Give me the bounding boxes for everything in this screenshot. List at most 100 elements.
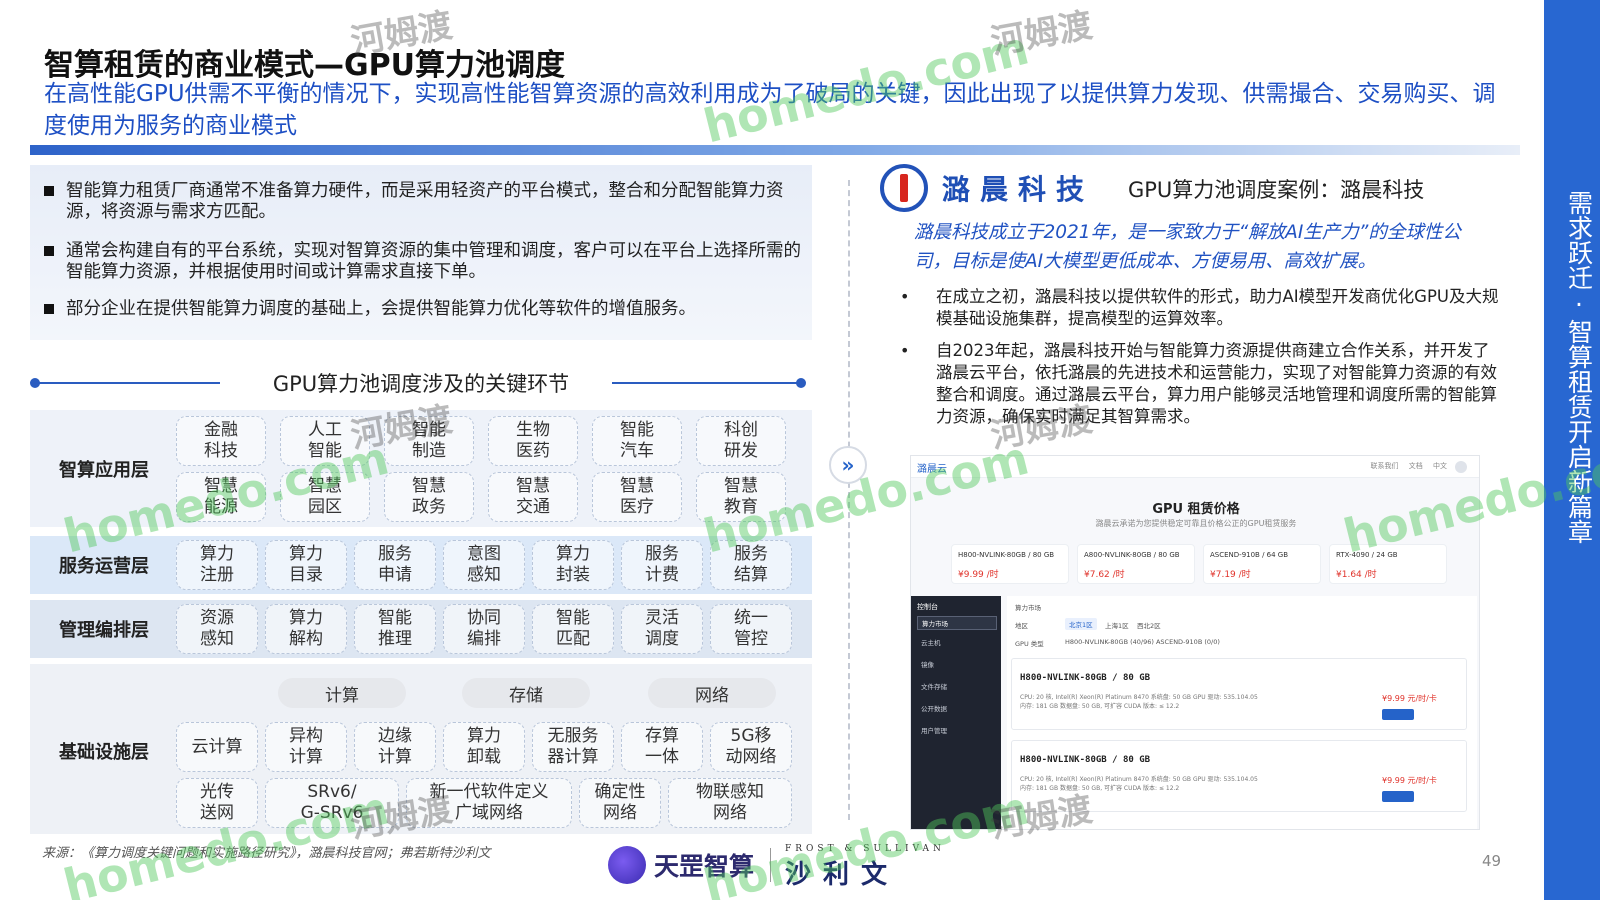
sidebar-item: 算力市场 [917, 616, 997, 630]
layer-cell: 物联感知 网络 [668, 778, 792, 828]
tianyi-logo-icon [608, 846, 646, 884]
layer-cell: 算力 目录 [265, 540, 347, 590]
square-bullet-icon [44, 186, 54, 196]
tianyi-logo-text: 天罡智算 [654, 852, 755, 881]
layer-cell: 智慧 教育 [696, 472, 786, 522]
layer-cell: 云计算 [176, 722, 258, 772]
layer-cell: 服务 计费 [621, 540, 703, 590]
layer-cell: 算力 封装 [532, 540, 614, 590]
sidebar-item: 文件存储 [921, 683, 947, 691]
case-point: • 自2023年起，潞晨科技开始与智能算力资源提供商建立合作关系，并开发了潞晨云… [900, 341, 1497, 426]
note-item: 部分企业在提供智能算力调度的基础上，会提供智能算力优化等软件的增值服务。 [44, 299, 804, 320]
layer-cell: 智慧 能源 [176, 472, 266, 522]
layer-cell: 算力 卸载 [443, 722, 525, 772]
avatar-icon [1455, 461, 1467, 473]
layer-cell: 生物 医药 [488, 416, 578, 466]
column-divider [848, 180, 850, 820]
layer-cell: 意图 感知 [443, 540, 525, 590]
layer-cell: 边缘 计算 [354, 722, 436, 772]
screenshot-nav: 联系我们 文档 中文 [1370, 462, 1447, 470]
screenshot-sidebar: 控制台 算力市场 云主机 镜像 文件存储 公开数据 用户管理 [911, 596, 1001, 829]
layer-name: 智算应用层 [59, 460, 149, 481]
layer-cell: 智能 制造 [384, 416, 474, 466]
category-pill-compute: 计算 [278, 678, 406, 708]
frost-sullivan-logo: FROST & SULLIVAN 沙利文 [785, 844, 945, 890]
layer-cell: 服务 结算 [710, 540, 792, 590]
layer-cell: 5G移 动网络 [710, 722, 792, 772]
gpu-card: H800-NVLINK-80GB / 80 GB CPU: 20 核, Inte… [1011, 658, 1467, 730]
layer-cell: 统一 管控 [710, 604, 792, 654]
note-item: 智能算力租赁厂商通常不准备算力硬件，而是采用轻资产的平台模式，整合和分配智能算力… [44, 181, 804, 223]
layer-cell: 服务 申请 [354, 540, 436, 590]
layer-cell: 人工 智能 [280, 416, 370, 466]
notes-box: 智能算力租赁厂商通常不准备算力硬件，而是采用轻资产的平台模式，整合和分配智能算力… [30, 165, 812, 340]
layer-cell: 智能 汽车 [592, 416, 682, 466]
screenshot-main: 算力市场 地区 北京1区 上海1区 西北2区 GPU 类型 H800-NVLIN… [1007, 596, 1477, 829]
tianyi-logo: 天罡智算 [608, 846, 754, 884]
layer-cell: 金融 科技 [176, 416, 266, 466]
page-subtitle: 在高性能GPU供需不平衡的情况下，实现高性能智算资源的高效利用成为了破局的关键，… [44, 81, 1496, 139]
sidebar-item: 用户管理 [921, 727, 947, 735]
company-logo-icon [880, 164, 928, 212]
screenshot-brand: 潞晨云 [917, 464, 947, 475]
chevron-right-icon: » [829, 446, 867, 484]
bullet-dot-icon: • [900, 341, 910, 360]
layer-cell: 智慧 交通 [488, 472, 578, 522]
layer-cell: 智能 匹配 [532, 604, 614, 654]
layer-cell: 资源 感知 [176, 604, 258, 654]
category-pill-network: 网络 [648, 678, 776, 708]
layer-name: 服务运营层 [59, 556, 149, 577]
layer-cell: 协同 编排 [443, 604, 525, 654]
chapter-sidebar: 需求跃迁·智算租赁开启新篇章 [1544, 0, 1600, 900]
bullet-dot-icon: • [900, 287, 910, 306]
square-bullet-icon [44, 304, 54, 314]
layer-infrastructure: 基础设施层 计算 存储 网络 云计算 异构 计算 边缘 计算 算力 卸载 无服务… [30, 664, 812, 834]
company-logo: 潞晨科技 [880, 164, 1094, 212]
case-point: • 在成立之初，潞晨科技以提供软件的形式，助力AI模型开发商优化GPU及大规模基… [900, 287, 1499, 328]
price-card: A800-NVLINK-80GB / 80 GB ¥7.62 /时 [1077, 544, 1195, 584]
company-name: 潞晨科技 [942, 173, 1095, 206]
sidebar-item: 公开数据 [921, 705, 947, 713]
price-card: H800-NVLINK-80GB / 80 GB ¥9.99 /时 [951, 544, 1069, 584]
case-title: GPU算力池调度案例：潞晨科技 [1128, 178, 1425, 202]
layer-orchestration: 管理编排层 资源 感知 算力 解构 智能 推理 协同 编排 智能 匹配 灵活 调… [30, 600, 812, 658]
category-pill-storage: 存储 [462, 678, 590, 708]
layer-cell: 确定性 网络 [579, 778, 661, 828]
layer-application: 智算应用层 金融 科技 人工 智能 智能 制造 生物 医药 智能 汽车 科创 研… [30, 410, 812, 527]
layer-cell: 智慧 医疗 [592, 472, 682, 522]
chapter-label: 需求跃迁·智算租赁开启新篇章 [1564, 190, 1594, 544]
screenshot-topbar: 潞晨云 联系我们 文档 中文 [911, 456, 1479, 478]
dot-icon [796, 378, 806, 388]
logo-divider [770, 848, 771, 882]
section-header: GPU算力池调度涉及的关键环节 [30, 368, 812, 398]
header-line [612, 382, 802, 384]
layer-cell: 存算 一体 [621, 722, 703, 772]
price-card: ASCEND-910B / 64 GB ¥7.19 /时 [1203, 544, 1321, 584]
layer-cell: 智能 推理 [354, 604, 436, 654]
platform-screenshot: 潞晨云 联系我们 文档 中文 GPU 租赁价格 潞晨云承诺为您提供稳定可靠且价格… [910, 455, 1480, 830]
page-number: 49 [1482, 852, 1502, 870]
layer-cell: 智慧 园区 [280, 472, 370, 522]
layer-cell: 灵活 调度 [621, 604, 703, 654]
layer-cell: 智慧 政务 [384, 472, 474, 522]
sidebar-item: 云主机 [921, 639, 941, 647]
screenshot-heading: GPU 租赁价格 [1152, 502, 1240, 517]
source-note: 来源：《算力调度关键问题和实施路径研究》，潞晨科技官网；弗若斯特沙利文 [42, 846, 491, 861]
layer-cell: 光传 送网 [176, 778, 258, 828]
layer-name: 管理编排层 [59, 620, 149, 641]
layer-service: 服务运营层 算力 注册 算力 目录 服务 申请 意图 感知 算力 封装 服务 计… [30, 536, 812, 594]
layer-cell: 算力 注册 [176, 540, 258, 590]
price-card: RTX-4090 / 24 GB ¥1.64 /时 [1329, 544, 1447, 584]
layer-cell: SRv6/ G-SRv6 [265, 778, 399, 828]
square-bullet-icon [44, 246, 54, 256]
order-button [1382, 791, 1414, 802]
sidebar-item: 镜像 [921, 661, 934, 669]
order-button [1382, 709, 1414, 720]
note-item: 通常会构建自有的平台系统，实现对智算资源的集中管理和调度，客户可以在平台上选择所… [44, 241, 804, 283]
watermark: 河姆渡 [987, 5, 1096, 63]
layer-cell: 异构 计算 [265, 722, 347, 772]
layer-cell: 新一代软件定义 广域网络 [406, 778, 572, 828]
layer-cell: 无服务 器计算 [532, 722, 614, 772]
layer-name: 基础设施层 [59, 742, 149, 763]
title-underline [30, 145, 1520, 155]
